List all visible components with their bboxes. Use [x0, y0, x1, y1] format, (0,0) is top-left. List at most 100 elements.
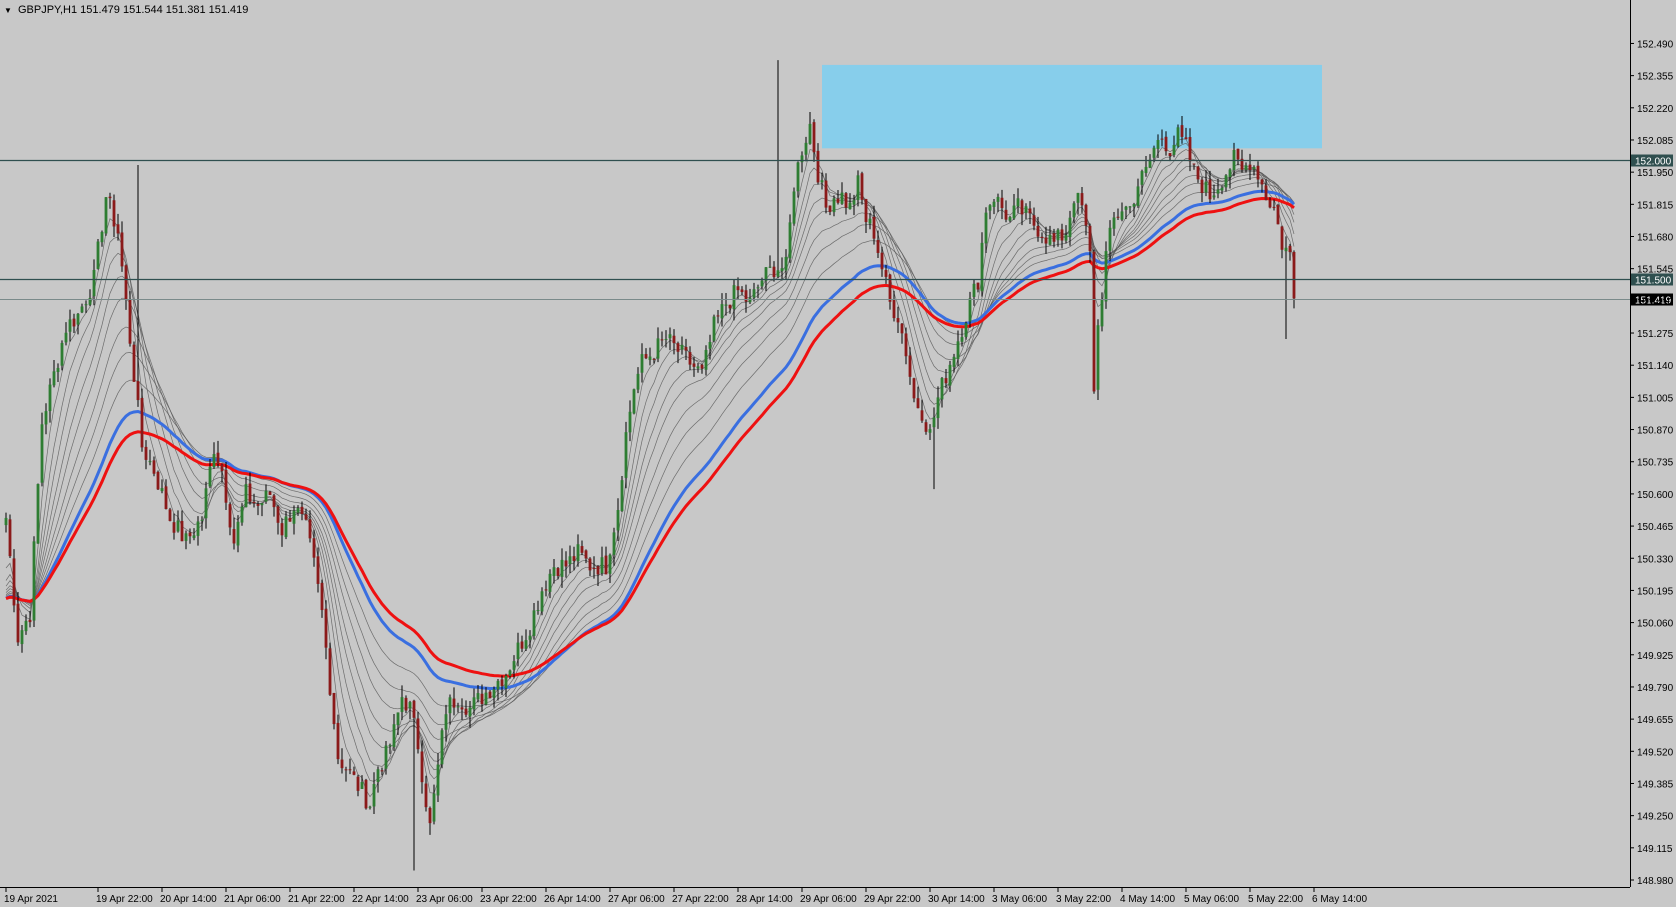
candle-body	[1276, 205, 1280, 225]
candle-body	[1000, 197, 1004, 209]
candle-body	[236, 521, 240, 546]
candle-body	[440, 730, 444, 765]
candle-body	[564, 560, 568, 567]
candle-body	[416, 718, 420, 750]
candle-body	[992, 201, 996, 207]
candle-body	[1008, 217, 1012, 221]
candle-body	[412, 700, 416, 718]
triangle-down-icon[interactable]: ▼	[4, 6, 12, 15]
candle-body	[892, 299, 896, 319]
candle-body	[124, 265, 128, 300]
candle-body	[116, 224, 120, 234]
candle-body	[260, 503, 264, 506]
candle-body	[232, 529, 236, 544]
candle-body	[344, 769, 348, 771]
candle-body	[356, 776, 360, 791]
candle-body	[824, 180, 828, 208]
supply-zone-layer	[822, 64, 1322, 149]
candle-body	[884, 270, 888, 277]
candle-body	[312, 538, 316, 558]
chart-window[interactable]: 152.000 151.500 151.419 152.490 152.355 152.…	[0, 0, 1676, 907]
candle-body	[1236, 148, 1240, 160]
candle-body	[452, 698, 456, 708]
candle-body	[368, 806, 372, 808]
candle-body	[968, 298, 972, 322]
candle-body	[308, 519, 312, 539]
candle-body	[68, 319, 72, 332]
time-axis[interactable]: 19 Apr 2021 19 Apr 22:00 20 Apr 14:00 21 Ap…	[4, 887, 1367, 905]
candle-body	[652, 358, 656, 360]
candle-body	[1084, 204, 1088, 226]
candle-body	[584, 550, 588, 559]
candle-body	[548, 573, 552, 592]
price-tick-label: 149.520	[1637, 747, 1674, 758]
candle-body	[432, 793, 436, 822]
candle-body	[128, 299, 132, 344]
candle-body	[988, 205, 992, 211]
candle-body	[560, 559, 564, 577]
price-chart[interactable]: 152.000151.500151.419 152.490152.355152.…	[0, 0, 1676, 907]
candle-body	[292, 510, 296, 524]
candle-body	[656, 338, 660, 359]
candle-body	[1272, 206, 1276, 208]
candle-body	[52, 371, 56, 386]
candle-body	[1040, 236, 1044, 238]
price-tick-label: 150.870	[1637, 426, 1674, 437]
price-tick-label: 150.735	[1637, 458, 1674, 469]
candle-body	[632, 389, 636, 414]
candle-body	[40, 424, 44, 483]
candle-body	[4, 517, 8, 526]
candle-body	[576, 544, 580, 562]
candle-body	[204, 488, 208, 519]
candle-body	[472, 697, 476, 710]
candle-body	[1224, 175, 1228, 188]
candle-body	[24, 620, 28, 632]
candle-body	[1120, 211, 1124, 220]
candle-body	[468, 707, 472, 717]
candle-body	[800, 155, 804, 163]
candle-body	[1168, 153, 1172, 157]
candle-body	[44, 411, 48, 425]
candle-body	[696, 366, 700, 369]
candle-body	[620, 480, 624, 512]
time-tick-label: 5 May 06:00	[1184, 894, 1239, 905]
price-tick-label: 149.655	[1637, 715, 1674, 726]
candle-body	[624, 432, 628, 478]
candle-body	[1256, 165, 1260, 180]
candle-body	[112, 200, 116, 227]
candle-body	[1280, 226, 1284, 250]
candle-body	[1212, 195, 1216, 198]
price-tick-label: 152.490	[1637, 39, 1674, 50]
time-tick-label: 29 Apr 22:00	[864, 894, 921, 905]
candle-body	[544, 589, 548, 591]
candle-body	[12, 558, 16, 606]
price-tick-label: 151.680	[1637, 233, 1674, 244]
candle-body	[848, 202, 852, 210]
candle-body	[272, 495, 276, 508]
candle-body	[872, 216, 876, 239]
candle-body	[376, 769, 380, 782]
candle-body	[524, 640, 528, 649]
candle-body	[828, 205, 832, 212]
time-tick-label: 20 Apr 14:00	[160, 894, 217, 905]
candle-body	[688, 352, 692, 365]
candle-body	[1268, 199, 1272, 208]
price-tick-label: 149.115	[1637, 844, 1673, 855]
candle-body	[140, 397, 144, 448]
candle-body	[704, 349, 708, 370]
time-tick-label: 5 May 22:00	[1248, 894, 1303, 905]
candle-body	[568, 556, 572, 565]
candle-body	[856, 175, 860, 200]
candle-body	[28, 619, 32, 623]
candle-body	[268, 491, 272, 495]
candle-body	[64, 332, 68, 343]
candle-body	[436, 764, 440, 796]
candle-body	[512, 661, 516, 670]
candle-body	[396, 712, 400, 726]
candle-body	[1180, 125, 1184, 137]
candle-body	[372, 784, 376, 807]
price-tick-label: 151.950	[1637, 168, 1674, 179]
price-tick-label: 149.790	[1637, 683, 1674, 694]
candle-body	[648, 356, 652, 361]
candle-body	[1004, 209, 1008, 220]
